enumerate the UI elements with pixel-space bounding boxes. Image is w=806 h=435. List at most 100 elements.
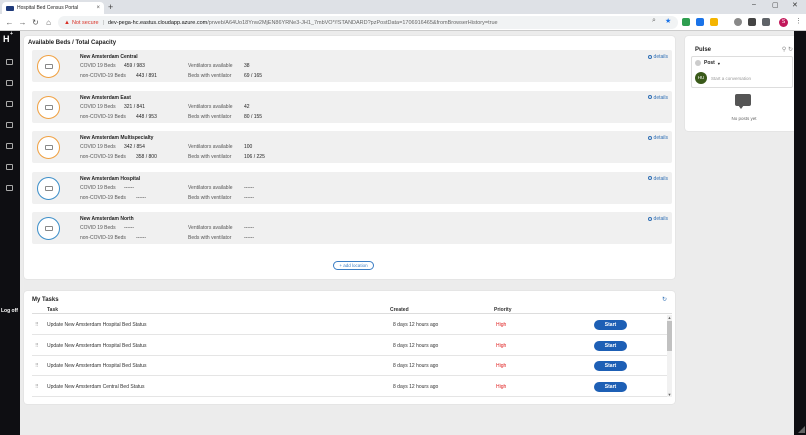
covid-beds-value: 321 / 841	[124, 103, 145, 110]
task-row[interactable]: ⠿ Update New Amsterdam Central Bed Statu…	[32, 377, 672, 397]
info-icon	[647, 216, 652, 221]
col-created[interactable]: Created	[390, 307, 409, 313]
beds-ventilator-label: Beds with ventilator	[188, 235, 232, 241]
noncovid-beds-value: 443 / 891	[136, 73, 157, 79]
add-location-button[interactable]: + add location	[333, 261, 374, 270]
extension-gray-icon[interactable]	[734, 18, 742, 26]
post-type-dropdown[interactable]: Post ▾	[695, 60, 720, 66]
url-host: dev-pega-hc.eastus.cloudapp.azure.com	[107, 19, 208, 26]
nav-settings-icon[interactable]	[6, 185, 13, 191]
scroll-up-icon[interactable]: ▲	[667, 315, 672, 320]
window-close-icon[interactable]: ✕	[792, 1, 798, 9]
app-logo: H	[3, 34, 10, 44]
covid-beds-value: 342 / 854	[124, 144, 145, 150]
logoff-link[interactable]: Log off	[1, 308, 18, 314]
info-icon	[647, 135, 652, 140]
right-edge-bar	[794, 31, 806, 435]
browser-tab[interactable]: Hospital Bed Census Portal ×	[2, 2, 104, 14]
details-link[interactable]: details	[647, 175, 668, 182]
bed-icon	[44, 185, 53, 191]
reload-icon[interactable]: ↻	[29, 18, 42, 27]
details-link[interactable]: details	[647, 216, 668, 222]
zoom-search-icon[interactable]: ⌕	[652, 17, 656, 25]
ventilators-value: 38	[244, 63, 250, 69]
extensions-puzzle-icon[interactable]	[762, 18, 770, 26]
ventilators-value: 42	[244, 103, 250, 110]
task-name[interactable]: Update New Amsterdam Hospital Bed Status	[47, 363, 147, 369]
user-avatar: HU	[695, 72, 707, 84]
beds-ventilator-label: Beds with ventilator	[188, 154, 232, 160]
task-name[interactable]: Update New Amsterdam Central Bed Status	[47, 384, 145, 390]
task-name[interactable]: Update New Amsterdam Hospital Bed Status	[47, 343, 147, 349]
task-name[interactable]: Update New Amsterdam Hospital Bed Status	[47, 322, 147, 328]
address-bar[interactable]: ▲ Not secure | dev-pega-hc.eastus.clouda…	[58, 16, 678, 29]
minimize-icon[interactable]: –	[752, 1, 756, 8]
covid-beds-value: 459 / 983	[124, 63, 145, 69]
beds-ventilator-label: Beds with ventilator	[188, 194, 232, 201]
noncovid-beds-label: non-COVID-19 Beds	[80, 194, 126, 201]
browser-menu-icon[interactable]: ⋮	[795, 17, 802, 25]
noncovid-beds-label: non-COVID-19 Beds	[80, 154, 126, 160]
task-priority: High	[496, 322, 507, 328]
start-task-button[interactable]: Start	[594, 361, 627, 371]
tasks-refresh-icon[interactable]: ↻	[662, 296, 667, 303]
forward-icon[interactable]: →	[16, 18, 29, 27]
noncovid-beds-label: non-COVID-19 Beds	[80, 73, 126, 79]
pulse-filter-refresh-icon[interactable]: ⚲ ↻	[782, 46, 793, 53]
scroll-thumb[interactable]	[667, 321, 672, 351]
nav-reports-icon[interactable]	[6, 122, 13, 128]
drag-handle-icon[interactable]: ⠿	[35, 343, 39, 349]
browser-tab-bar: Hospital Bed Census Portal × + – ▢ ✕	[0, 0, 806, 14]
tab-close-icon[interactable]: ×	[96, 5, 100, 11]
drag-handle-icon[interactable]: ⠿	[35, 322, 39, 328]
extension-yellow-icon[interactable]	[710, 18, 718, 26]
conversation-input[interactable]: Start a conversation	[711, 76, 751, 81]
nav-worklist-icon[interactable]	[6, 80, 13, 86]
noncovid-beds-value: 358 / 800	[136, 154, 157, 160]
task-row[interactable]: ⠿ Update New Amsterdam Hospital Bed Stat…	[32, 315, 672, 335]
main-content: Available Beds / Total Capacity New Amst…	[20, 31, 806, 435]
extension-dark-icon[interactable]	[748, 18, 756, 26]
task-row[interactable]: ⠿ Update New Amsterdam Hospital Bed Stat…	[32, 336, 672, 356]
location-row: New Amsterdam Hospital COVID 19 Beds ---…	[32, 171, 672, 204]
details-link[interactable]: details	[647, 135, 668, 141]
ventilators-label: Ventilators available	[188, 63, 233, 69]
start-task-button[interactable]: Start	[594, 340, 627, 351]
beds-title: Available Beds / Total Capacity	[28, 40, 117, 46]
post-type-label: Post	[704, 60, 715, 66]
scroll-down-icon[interactable]: ▼	[667, 392, 672, 397]
beds-ventilator-value: ------	[244, 235, 254, 241]
ventilators-value: ------	[244, 225, 254, 231]
details-label: details	[653, 175, 668, 182]
details-link[interactable]: details	[647, 95, 668, 101]
back-icon[interactable]: ←	[3, 18, 16, 27]
tab-title: Hospital Bed Census Portal	[17, 5, 79, 11]
col-task[interactable]: Task	[47, 307, 58, 313]
bookmark-star-icon[interactable]: ★	[665, 17, 671, 25]
ventilators-value: ------	[244, 184, 254, 191]
maximize-icon[interactable]: ▢	[772, 1, 779, 9]
task-row[interactable]: ⠿ Update New Amsterdam Hospital Bed Stat…	[32, 356, 672, 376]
new-tab-icon[interactable]: +	[108, 2, 113, 12]
extension-blue-icon[interactable]	[696, 18, 704, 26]
covid-beds-label: COVID 19 Beds	[80, 225, 116, 231]
beds-ventilator-value: ------	[244, 194, 254, 201]
drag-handle-icon[interactable]: ⠿	[35, 384, 39, 390]
task-created: 8 days 12 hours ago	[393, 342, 439, 349]
tasks-scrollbar[interactable]: ▲ ▼	[667, 315, 672, 397]
col-priority[interactable]: Priority	[494, 307, 512, 313]
covid-beds-label: COVID 19 Beds	[80, 184, 116, 191]
info-icon	[647, 176, 652, 181]
home-icon[interactable]: ⌂	[42, 18, 55, 27]
nav-spaces-icon[interactable]	[6, 143, 13, 149]
profile-avatar[interactable]: S	[779, 18, 788, 27]
details-link[interactable]: details	[647, 54, 668, 60]
nav-hospital-icon[interactable]	[6, 164, 13, 170]
drag-handle-icon[interactable]: ⠿	[35, 363, 39, 369]
task-created: 8 days 12 hours ago	[393, 363, 439, 369]
nav-pulse-icon[interactable]	[6, 59, 13, 65]
start-task-button[interactable]: Start	[594, 381, 627, 392]
start-task-button[interactable]: Start	[594, 320, 627, 330]
nav-dashboard-icon[interactable]	[6, 101, 13, 107]
extension-shield-icon[interactable]	[682, 18, 690, 26]
